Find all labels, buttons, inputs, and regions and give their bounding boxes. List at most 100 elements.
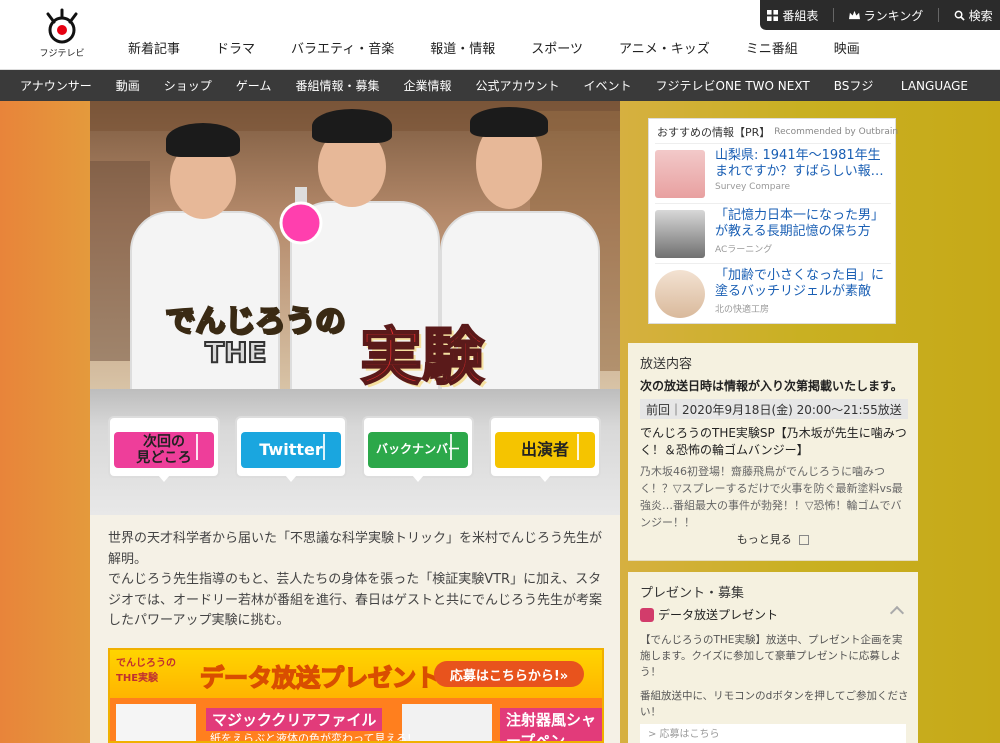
banner-item-1: マジッククリアファイル bbox=[206, 708, 383, 731]
logo-label: フジテレビ bbox=[39, 49, 85, 59]
tile-decoration bbox=[450, 434, 460, 460]
subnav-corporate[interactable]: 企業情報 bbox=[391, 77, 463, 94]
ad-thumbnail bbox=[655, 270, 705, 318]
menu-tiles: 次回の 見どころ Twitter バックナンバー 出演者 bbox=[90, 389, 620, 515]
crown-icon bbox=[848, 10, 860, 19]
search-icon bbox=[954, 10, 965, 21]
tile-back-numbers[interactable]: バックナンバー bbox=[362, 416, 474, 482]
tile-arrow-icon bbox=[285, 475, 297, 482]
nav-new-articles[interactable]: 新着記事 bbox=[110, 38, 198, 57]
nav-movies[interactable]: 映画 bbox=[816, 38, 878, 57]
description-para-2: でんじろう先生指導のもと、芸人たちの身体を張った「検証実験VTR」に加え、スタジ… bbox=[108, 572, 603, 628]
ad-source: Survey Compare bbox=[715, 182, 790, 192]
present-sub-label: データ放送プレゼント bbox=[658, 608, 779, 622]
episode-description: 乃木坂46初登場！齋藤飛鳥がでんじろうに噛みつく！？▽スプレーするだけで火事を防… bbox=[640, 465, 903, 529]
broadcast-date: 前回｜2020年9月18日(金) 20:00〜21:55放送 bbox=[640, 399, 908, 419]
banner-logo: でんじろうのTHE実験 bbox=[116, 658, 176, 684]
more-link[interactable]: もっと見る bbox=[628, 531, 918, 547]
ad-source: 北の快適工房 bbox=[715, 305, 770, 315]
tile-cast[interactable]: 出演者 bbox=[489, 416, 601, 482]
ad-source: ACラーニング bbox=[715, 245, 773, 255]
broadcast-heading: 放送内容 bbox=[640, 357, 693, 372]
nav-mini-programs[interactable]: ミニ番組 bbox=[728, 38, 816, 57]
broadcast-notice: 次の放送日時は情報が入り次第掲載いたします。 bbox=[640, 379, 903, 393]
program-guide-link[interactable]: 番組表 bbox=[767, 7, 818, 24]
search-label: 検索 bbox=[968, 8, 993, 23]
subnav-bs-fuji[interactable]: BSフジ bbox=[822, 77, 886, 94]
present-toggle[interactable]: データ放送プレゼント bbox=[640, 606, 778, 623]
tile-arrow-icon bbox=[412, 475, 424, 482]
nav-anime-kids[interactable]: アニメ・キッズ bbox=[601, 38, 728, 57]
banner-product-image bbox=[116, 704, 196, 741]
banner-item-2: 注射器風シャープペン bbox=[500, 708, 602, 741]
nav-news-info[interactable]: 報道・情報 bbox=[412, 38, 513, 57]
ad-item[interactable]: 「記憶力日本一になった男」が教える長期記憶の保ち方 ACラーニング bbox=[655, 203, 893, 258]
ad-thumbnail bbox=[655, 210, 705, 258]
tile-decoration bbox=[323, 434, 333, 460]
ad-thumbnail bbox=[655, 150, 705, 198]
flask-icon bbox=[279, 187, 323, 245]
title-big-text: 実験 bbox=[359, 319, 485, 389]
tile-decoration bbox=[196, 434, 206, 460]
ad-heading-label: おすすめの情報【PR】 bbox=[657, 126, 771, 139]
ad-title[interactable]: 山梨県: 1941年〜1981年生まれですか？すばらしい報… bbox=[715, 148, 893, 180]
banner-title: データ放送プレゼント bbox=[199, 663, 441, 693]
sub-navigation: アナウンサー 動画 ショップ ゲーム 番組情報・募集 企業情報 公式アカウント … bbox=[0, 70, 1000, 101]
ad-heading: おすすめの情報【PR】 Recommended by Outbrain bbox=[657, 124, 898, 140]
subnav-games[interactable]: ゲーム bbox=[224, 77, 284, 94]
ad-title[interactable]: 「加齢で小さくなった目」に塗るバッチリジェルが素敵 bbox=[715, 268, 893, 300]
hero-image: でんじろうの THE 実験 bbox=[90, 101, 620, 389]
main-navigation: 新着記事 ドラマ バラエティ・音楽 報道・情報 スポーツ アニメ・キッズ ミニ番… bbox=[110, 38, 878, 57]
subnav-shop[interactable]: ショップ bbox=[152, 77, 224, 94]
ranking-label: ランキング bbox=[863, 8, 924, 23]
subnav-official-accounts[interactable]: 公式アカウント bbox=[463, 77, 571, 94]
separator bbox=[937, 8, 939, 22]
recommended-ads: おすすめの情報【PR】 Recommended by Outbrain 山梨県:… bbox=[648, 118, 898, 324]
ad-provider[interactable]: Recommended by Outbrain bbox=[774, 127, 898, 137]
search-link[interactable]: 検索 bbox=[954, 7, 993, 24]
subnav-events[interactable]: イベント bbox=[571, 77, 643, 94]
present-section: プレゼント・募集 データ放送プレゼント 【でんじろうのTHE実験】放送中、プレゼ… bbox=[628, 572, 918, 743]
present-text-2: 番組放送中に、リモコンのdボタンを押してご参加ください！ bbox=[640, 690, 909, 718]
tile-arrow-icon bbox=[158, 475, 170, 482]
performer-right-hair bbox=[470, 107, 548, 137]
fuji-tv-logo[interactable]: フジテレビ bbox=[34, 8, 90, 64]
description-para-1: 世界の天才科学者から届いた「不思議な科学実験トリック」を米村でんじろう先生が解明… bbox=[108, 531, 603, 567]
banner-product-image bbox=[402, 704, 492, 741]
fuji-eye-icon bbox=[46, 8, 78, 44]
episode-title: でんじろうのTHE実験SP【乃木坂が先生に噛みつく！＆恐怖の輪ゴムバンジー】 bbox=[640, 426, 907, 457]
performer-left-hair bbox=[166, 123, 240, 157]
language-selector[interactable]: LANGUAGE bbox=[889, 79, 980, 93]
subnav-one-two-next[interactable]: フジテレビONE TWO NEXT bbox=[644, 77, 822, 94]
grid-icon bbox=[767, 9, 779, 21]
data-broadcast-present-banner[interactable]: でんじろうのTHE実験 データ放送プレゼント 応募はこちらから!» マジッククリ… bbox=[108, 648, 604, 743]
subnav-videos[interactable]: 動画 bbox=[104, 77, 152, 94]
nav-variety-music[interactable]: バラエティ・音楽 bbox=[273, 38, 412, 57]
performer-center-hair bbox=[312, 109, 392, 143]
subnav-announcers[interactable]: アナウンサー bbox=[0, 77, 104, 94]
present-apply-link[interactable]: > 応募はこちら bbox=[640, 724, 906, 743]
nav-drama[interactable]: ドラマ bbox=[198, 38, 273, 57]
collapse-icon[interactable] bbox=[889, 605, 905, 621]
tile-next-highlights[interactable]: 次回の 見どころ bbox=[108, 416, 220, 482]
gift-icon bbox=[640, 607, 654, 622]
ad-item[interactable]: 山梨県: 1941年〜1981年生まれですか？すばらしい報… Survey Co… bbox=[655, 143, 893, 198]
banner-apply-button[interactable]: 応募はこちらから!» bbox=[434, 661, 584, 687]
more-link-label: もっと見る bbox=[736, 533, 792, 546]
subnav-program-info[interactable]: 番組情報・募集 bbox=[283, 77, 391, 94]
ad-title[interactable]: 「記憶力日本一になった男」が教える長期記憶の保ち方 bbox=[715, 208, 893, 240]
site-header: フジテレビ 新着記事 ドラマ バラエティ・音楽 報道・情報 スポーツ アニメ・キ… bbox=[0, 0, 1000, 70]
present-text-1: 【でんじろうのTHE実験】放送中、プレゼント企画を実施します。クイズに参加して豪… bbox=[640, 634, 903, 678]
present-heading: プレゼント・募集 bbox=[640, 586, 745, 601]
tile-arrow-icon bbox=[539, 475, 551, 482]
nav-sports[interactable]: スポーツ bbox=[513, 38, 601, 57]
tile-decoration bbox=[577, 434, 587, 460]
tile-twitter[interactable]: Twitter bbox=[235, 416, 347, 482]
banner-note: 紙をえらぶと液体の色が変わって見える! bbox=[210, 732, 412, 743]
ranking-link[interactable]: ランキング bbox=[848, 7, 924, 24]
title-small-text: でんじろうの bbox=[164, 303, 346, 340]
title-the-text: THE bbox=[204, 335, 268, 370]
program-guide-label: 番組表 bbox=[782, 8, 819, 23]
ad-item[interactable]: 「加齢で小さくなった目」に塗るバッチリジェルが素敵 北の快適工房 bbox=[655, 263, 893, 318]
external-link-icon bbox=[799, 535, 810, 545]
